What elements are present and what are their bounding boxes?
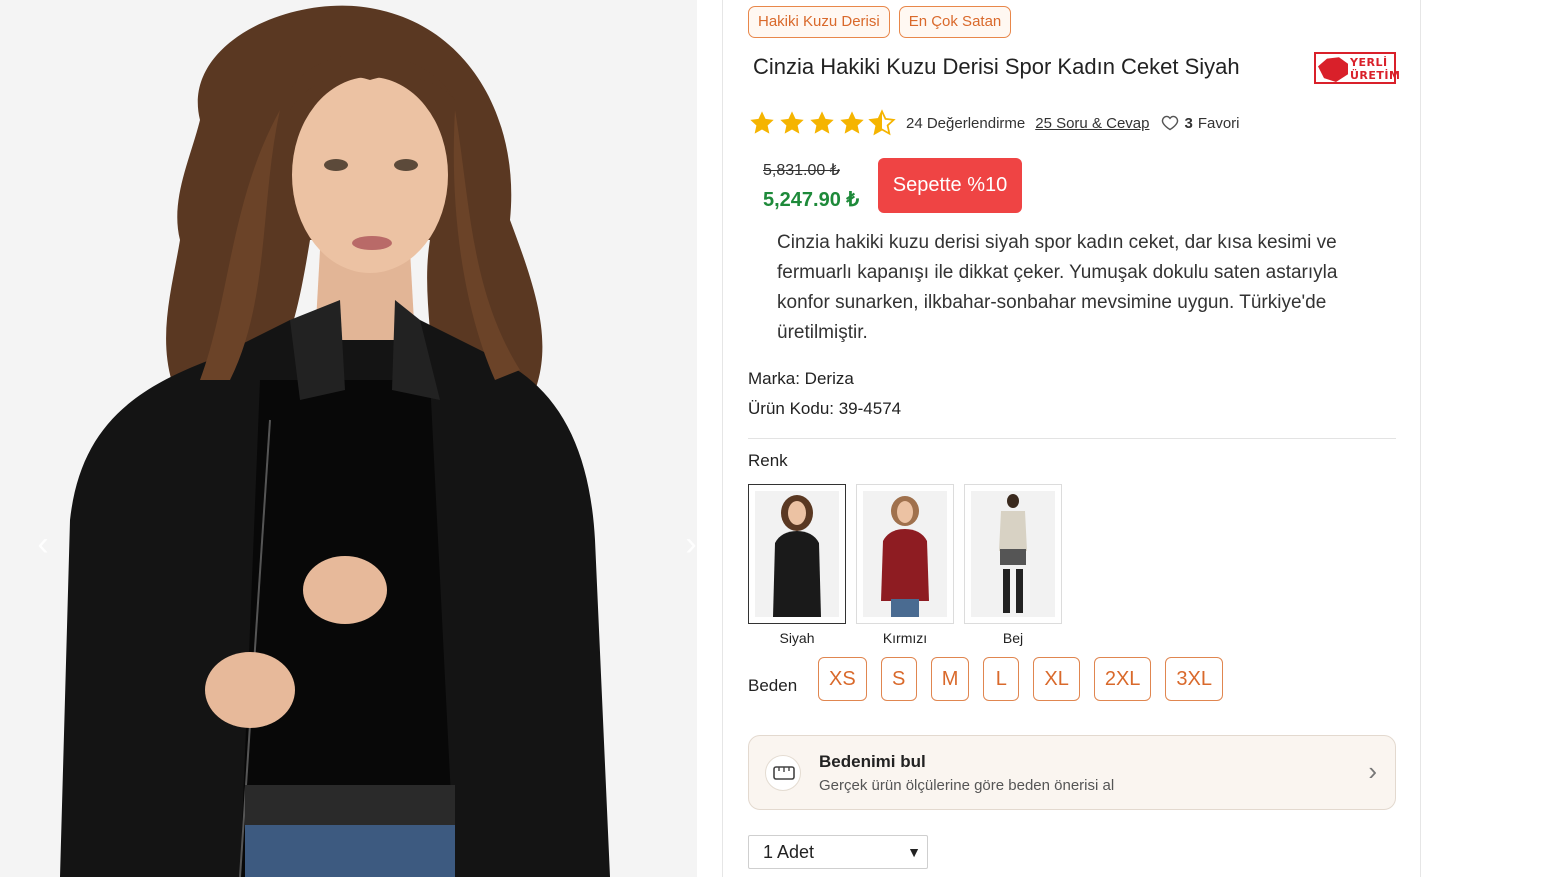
size-option-xs[interactable]: XS [818,657,867,701]
color-option-bej[interactable]: Bej [964,484,1062,646]
badge-line2: ÜRETİM [1350,69,1401,82]
color-thumbnail [755,491,839,617]
star-icon [750,111,774,134]
ruler-icon [765,755,801,791]
size-option-3xl[interactable]: 3XL [1165,657,1224,701]
chevron-right-icon: › [1368,756,1377,786]
size-finder-subtitle: Gerçek ürün ölçülerine göre beden öneris… [819,777,1115,794]
tag-best-seller[interactable]: En Çok Satan [898,6,1012,38]
qa-link[interactable]: 25 Soru & Cevap [1035,115,1149,132]
star-icon [780,111,804,134]
product-code: Ürün Kodu: 39-4574 [748,399,902,418]
color-option-kirmizi[interactable]: Kırmızı [856,484,954,646]
quantity-select[interactable]: 1 Adet ▼ [748,835,928,869]
handshake-icon [1318,57,1348,82]
color-options: Siyah Kırmızı Bej [748,484,1062,646]
product-photo [0,0,697,877]
product-gallery[interactable]: ‹ › [0,0,697,877]
domestic-production-badge: YERLİ ÜRETİM [1314,52,1400,84]
quantity-value: 1 Adet [763,842,815,862]
current-price: 5,247.90 ₺ [763,189,860,211]
rating-stars [748,109,896,137]
color-thumbnail [971,491,1055,617]
size-option-s[interactable]: S [880,657,917,701]
size-option-m[interactable]: M [930,657,970,701]
favorite-label: Favori [1197,114,1240,132]
size-finder-title: Bedenimi bul [819,752,926,771]
size-options: XS S M L XL 2XL 3XL [818,657,1224,701]
size-label: Beden [748,676,798,695]
star-icon [840,111,864,134]
favorite-button[interactable]: 3 Favori [1161,114,1240,132]
old-price: 5,831.00 ₺ [763,162,840,179]
product-page: ‹ › Hakiki Kuzu Derisi En Çok Satan Cinz… [0,0,1559,877]
badge-line1: YERLİ [1350,56,1388,69]
half-star-icon [868,109,896,136]
product-brand: Marka: Deriza [748,369,854,388]
color-option-siyah[interactable]: Siyah [748,484,846,646]
section-divider [748,438,1396,439]
rating-count[interactable]: 24 Değerlendirme [906,115,1025,132]
color-name: Bej [1002,630,1024,646]
color-thumbnail [863,491,947,617]
size-finder-card[interactable]: Bedenimi bul Gerçek ürün ölçülerine göre… [748,735,1396,810]
size-option-xl[interactable]: XL [1033,657,1080,701]
star-icon [810,111,834,134]
size-option-l[interactable]: L [983,657,1020,701]
chevron-down-icon: ▼ [907,844,921,860]
panel-divider [722,0,723,877]
tag-genuine-leather[interactable]: Hakiki Kuzu Derisi [748,6,890,38]
color-name: Siyah [779,630,815,646]
size-option-2xl[interactable]: 2XL [1093,657,1152,701]
color-name: Kırmızı [882,630,928,646]
basket-discount-badge: Sepette %10 [878,158,1022,213]
product-description: Cinzia hakiki kuzu derisi siyah spor kad… [777,232,1338,343]
rating-row: 24 Değerlendirme 25 Soru & Cevap 3 Favor… [748,108,1240,138]
product-tags: Hakiki Kuzu Derisi En Çok Satan [748,6,1012,38]
favorite-count: 3 [1184,114,1193,132]
gallery-next-arrow[interactable]: › [676,524,697,564]
color-label: Renk [748,451,788,470]
panel-divider [1420,0,1421,877]
gallery-prev-arrow[interactable]: ‹ [28,524,58,564]
heart-icon [1162,115,1179,131]
product-title: Cinzia Hakiki Kuzu Derisi Spor Kadın Cek… [753,54,1240,79]
